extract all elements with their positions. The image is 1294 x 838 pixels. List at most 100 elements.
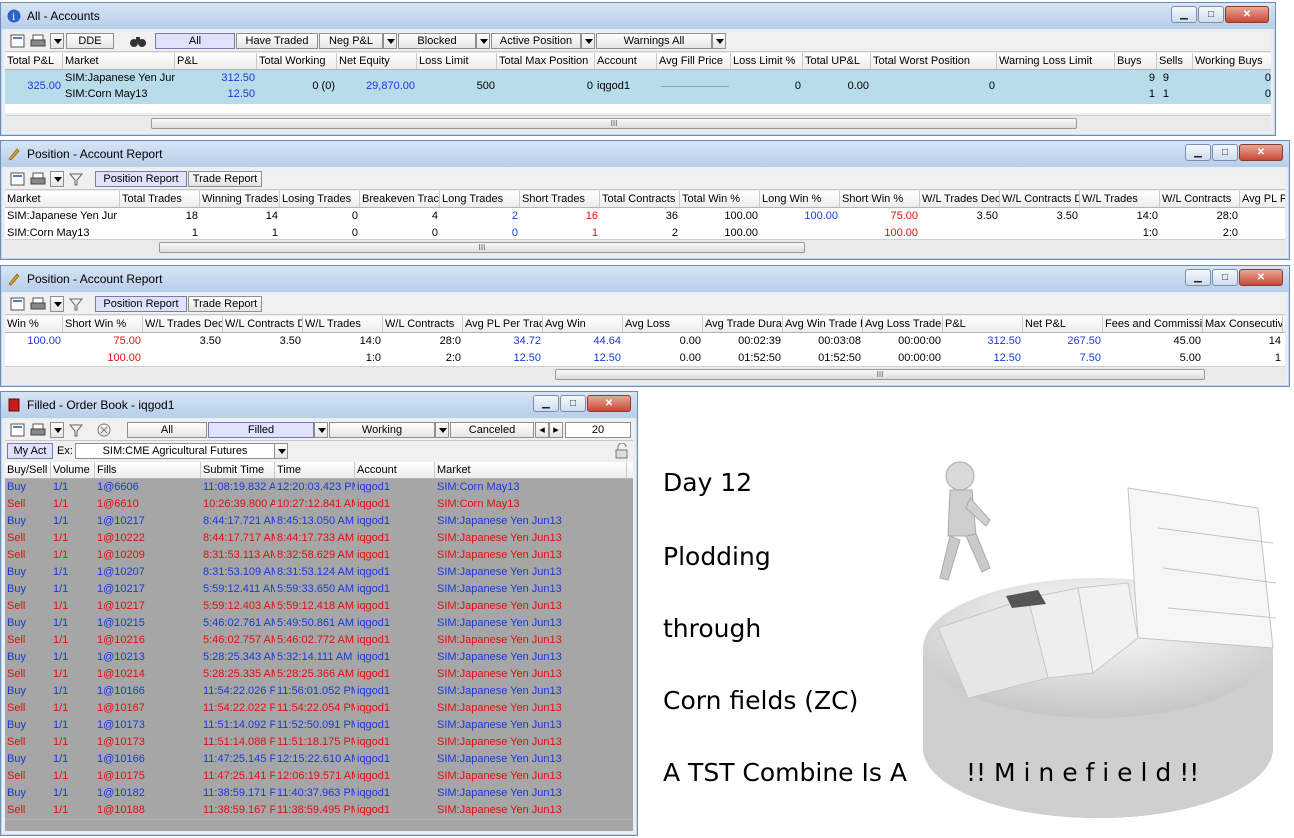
- filter-icon[interactable]: [67, 171, 85, 187]
- order-row[interactable]: Sell 1/1 1@10175 11:47:25.141 P 12:06:19.571…: [5, 768, 633, 786]
- col-w-l-contracts-d[interactable]: W/L Contracts D: [1000, 191, 1080, 207]
- maximize-button[interactable]: □: [560, 395, 586, 412]
- my-act-button[interactable]: My Act: [7, 443, 53, 459]
- accounts-scroll-thumb[interactable]: III: [151, 118, 1077, 129]
- print-icon[interactable]: [29, 296, 47, 312]
- next-button[interactable]: ▸: [549, 422, 563, 438]
- col-submit-time[interactable]: Submit Time: [201, 462, 275, 478]
- filter-active-position[interactable]: Active Position: [491, 33, 581, 49]
- col-net-equity[interactable]: Net Equity: [337, 53, 417, 69]
- report-row[interactable]: SIM:Japanese Yen Jur 18 14 0 4 2 16 36 100.00 100…: [5, 208, 1285, 225]
- col-w-l-trades-dec[interactable]: W/L Trades Dec: [143, 316, 223, 332]
- col-sells[interactable]: Sells: [1157, 53, 1193, 69]
- account-row[interactable]: 325.00 SIM:Japanese Yen Jur 312.50 SIM:C…: [5, 70, 1271, 104]
- order-row[interactable]: Buy 1/1 1@10166 11:54:22.026 P 11:56:01.052 …: [5, 683, 633, 701]
- col-avg-pl-pe[interactable]: Avg PL Pe: [1240, 191, 1285, 207]
- report1-titlebar[interactable]: Position - Account Report ▁ □ ✕: [1, 141, 1289, 167]
- report-row[interactable]: SIM:Corn May13 1 1 0 0 0 1 2 100.00 100.00 1:0 2:0: [5, 225, 1285, 239]
- minimize-button[interactable]: ▁: [1185, 269, 1211, 286]
- maximize-button[interactable]: □: [1198, 6, 1224, 23]
- col-net-p-l[interactable]: Net P&L: [1023, 316, 1103, 332]
- maximize-button[interactable]: □: [1212, 144, 1238, 161]
- col-total-working[interactable]: Total Working: [257, 53, 337, 69]
- lock-icon[interactable]: [613, 443, 631, 459]
- col-working-buys[interactable]: Working Buys: [1193, 53, 1271, 69]
- blocked-dropdown[interactable]: [476, 33, 490, 49]
- col-warning-loss-limit[interactable]: Warning Loss Limit: [997, 53, 1115, 69]
- col-buys[interactable]: Buys: [1115, 53, 1157, 69]
- col-time[interactable]: Time: [275, 462, 355, 478]
- report-row[interactable]: 100.00 1:0 2:0 12.50 12.50 0.00 01:52:50 01:52:…: [5, 350, 1285, 366]
- order-row[interactable]: Buy 1/1 1@10217 5:59:12.411 AM 5:59:33.650 A…: [5, 581, 633, 599]
- col-avg-fill-price[interactable]: Avg Fill Price: [657, 53, 731, 69]
- filter-canceled[interactable]: Canceled: [450, 422, 534, 438]
- close-button[interactable]: ✕: [1239, 144, 1283, 161]
- print-dropdown[interactable]: [50, 422, 64, 438]
- minimize-button[interactable]: ▁: [1171, 6, 1197, 23]
- order-row[interactable]: Buy 1/1 1@6606 11:08:19.832 A 12:20:03.423 P…: [5, 479, 633, 497]
- close-button[interactable]: ✕: [587, 395, 631, 412]
- report1-hscroll[interactable]: III: [5, 239, 1285, 256]
- filter-working[interactable]: Working: [329, 422, 435, 438]
- filter-icon[interactable]: [67, 422, 85, 438]
- print-icon[interactable]: [29, 33, 47, 49]
- col-long-win[interactable]: Long Win %: [760, 191, 840, 207]
- col-market[interactable]: Market: [63, 53, 175, 69]
- report1-scroll-thumb[interactable]: III: [159, 242, 805, 253]
- order-row[interactable]: Buy 1/1 1@10213 5:28:25.343 AM 5:32:14.111 A…: [5, 649, 633, 667]
- accounts-titlebar[interactable]: i All - Accounts ▁ □ ✕: [1, 3, 1275, 29]
- col-total-contracts[interactable]: Total Contracts: [600, 191, 680, 207]
- order-row[interactable]: Sell 1/1 1@10216 5:46:02.757 AM 5:46:02.772 …: [5, 632, 633, 650]
- tab-position-report[interactable]: Position Report: [95, 296, 187, 312]
- col-avg-win[interactable]: Avg Win: [543, 316, 623, 332]
- order-row[interactable]: Sell 1/1 1@10222 8:44:17.717 AM 8:44:17.733 …: [5, 530, 633, 548]
- binoculars-icon[interactable]: [129, 33, 147, 49]
- dde-button[interactable]: DDE: [66, 33, 114, 49]
- report-row[interactable]: 100.00 75.00 3.50 3.50 14:0 28:0 34.72 44.64 0.0…: [5, 333, 1285, 350]
- filter-all[interactable]: All: [155, 33, 235, 49]
- filter-filled[interactable]: Filled: [208, 422, 314, 438]
- minimize-button[interactable]: ▁: [533, 395, 559, 412]
- tab-trade-report[interactable]: Trade Report: [188, 171, 262, 187]
- filter-neg-pl[interactable]: Neg P&L: [319, 33, 383, 49]
- col-account[interactable]: Account: [355, 462, 435, 478]
- col-w-l-trades-dec[interactable]: W/L Trades Dec: [920, 191, 1000, 207]
- col-long-trades[interactable]: Long Trades: [440, 191, 520, 207]
- col-w-l-contracts-d[interactable]: W/L Contracts D: [223, 316, 303, 332]
- col-account[interactable]: Account: [595, 53, 657, 69]
- working-dropdown[interactable]: [435, 422, 449, 438]
- properties-icon[interactable]: [9, 296, 27, 312]
- col-total-upl[interactable]: Total UP&L: [803, 53, 871, 69]
- col-loss-limit-pct[interactable]: Loss Limit %: [731, 53, 803, 69]
- order-row[interactable]: Sell 1/1 1@10214 5:28:25.335 AM 5:28:25.366 …: [5, 666, 633, 684]
- maximize-button[interactable]: □: [1212, 269, 1238, 286]
- col-p-l[interactable]: P&L: [943, 316, 1023, 332]
- filter-warnings[interactable]: Warnings All: [596, 33, 712, 49]
- col-total-worst-position[interactable]: Total Worst Position: [871, 53, 997, 69]
- col-fills[interactable]: Fills: [95, 462, 201, 478]
- order-row[interactable]: Buy 1/1 1@10182 11:38:59.171 P 11:40:37.963 …: [5, 785, 633, 803]
- orderbook-titlebar[interactable]: Filled - Order Book - iqgod1 ▁ □ ✕: [1, 392, 637, 418]
- print-dropdown[interactable]: [50, 171, 64, 187]
- col-max-consecutiv[interactable]: Max Consecutiv: [1203, 316, 1283, 332]
- filled-dropdown[interactable]: [314, 422, 328, 438]
- col-pl[interactable]: P&L: [175, 53, 257, 69]
- col-volume[interactable]: Volume: [51, 462, 95, 478]
- minimize-button[interactable]: ▁: [1185, 144, 1211, 161]
- neg-pl-dropdown[interactable]: [383, 33, 397, 49]
- order-row[interactable]: Buy 1/1 1@10207 8:31:53.109 AM 8:31:53.124 A…: [5, 564, 633, 582]
- col-w-l-contracts[interactable]: W/L Contracts: [383, 316, 463, 332]
- tab-position-report[interactable]: Position Report: [95, 171, 187, 187]
- active-position-dropdown[interactable]: [581, 33, 595, 49]
- col-w-l-trades[interactable]: W/L Trades: [303, 316, 383, 332]
- col-fees-and-commissi[interactable]: Fees and Commissi: [1103, 316, 1203, 332]
- report2-scroll-thumb[interactable]: III: [555, 369, 1205, 380]
- order-row[interactable]: Buy 1/1 1@10217 8:44:17.721 AM 8:45:13.050 A…: [5, 513, 633, 531]
- col-losing-trades[interactable]: Losing Trades: [280, 191, 360, 207]
- exchange-select[interactable]: SIM:CME Agricultural Futures: [75, 443, 275, 459]
- col-avg-trade-dura[interactable]: Avg Trade Dura: [703, 316, 783, 332]
- col-total-trades[interactable]: Total Trades: [120, 191, 200, 207]
- accounts-hscroll[interactable]: III: [5, 115, 1271, 132]
- order-row[interactable]: Sell 1/1 1@10217 5:59:12.403 AM 5:59:12.418 …: [5, 598, 633, 616]
- print-dropdown[interactable]: [50, 33, 64, 49]
